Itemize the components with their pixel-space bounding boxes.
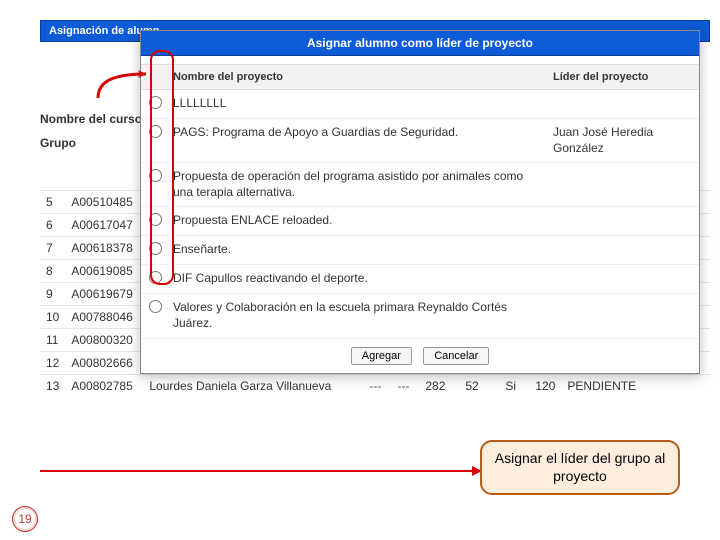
col-header-leader: Líder del proyecto [549,65,699,89]
row-dash2: --- [391,375,419,398]
row-index: 8 [40,260,65,283]
row-index: 7 [40,237,65,260]
row-matricula: A00800320 [65,329,143,352]
dialog-column-headers: Nombre del proyecto Líder del proyecto [141,64,699,90]
slide-number-badge: 19 [12,506,38,532]
project-name: Valores y Colaboración en la escuela pri… [169,294,549,337]
project-radio[interactable] [149,300,162,313]
project-name: Enseñarte. [169,236,549,264]
project-list: LLLLLLLLPAGS: Programa de Apoyo a Guardi… [141,90,699,339]
row-index: 9 [40,283,65,306]
project-name: Propuesta ENLACE reloaded. [169,207,549,235]
project-leader [549,265,699,293]
project-radio[interactable] [149,125,162,138]
project-leader [549,294,699,337]
add-button[interactable]: Agregar [351,347,412,365]
row-index: 10 [40,306,65,329]
instruction-callout: Asignar el líder del grupo al proyecto [480,440,680,495]
row-index: 5 [40,191,65,214]
project-name: DIF Capullos reactivando el deporte. [169,265,549,293]
row-matricula: A00788046 [65,306,143,329]
project-row: Propuesta de operación del programa asis… [141,163,699,207]
dialog-footer: Agregar Cancelar [141,339,699,373]
row-index: 12 [40,352,65,375]
row-matricula: A00618378 [65,237,143,260]
row-matricula: A00802666 [65,352,143,375]
row-index: 11 [40,329,65,352]
project-row: PAGS: Programa de Apoyo a Guardias de Se… [141,119,699,163]
row-dash1: --- [363,375,391,398]
project-name: LLLLLLLL [169,90,549,118]
project-row: LLLLLLLL [141,90,699,119]
row-matricula: A00510485 [65,191,143,214]
project-row: DIF Capullos reactivando el deporte. [141,265,699,294]
row-matricula: A00802785 [65,375,143,398]
project-leader [549,163,699,206]
col-header-project: Nombre del proyecto [169,65,549,89]
table-row: 13A00802785Lourdes Daniela Garza Villanu… [40,375,710,398]
cancel-button[interactable]: Cancelar [423,347,489,365]
project-row: Valores y Colaboración en la escuela pri… [141,294,699,338]
row-matricula: A00619085 [65,260,143,283]
row-val: 120 [529,375,561,398]
project-leader: Juan José Heredia González [549,119,699,162]
project-radio[interactable] [149,242,162,255]
row-si: Si [499,375,529,398]
dialog-title: Asignar alumno como líder de proyecto [141,31,699,56]
row-matricula: A00617047 [65,214,143,237]
project-name: Propuesta de operación del programa asis… [169,163,549,206]
project-radio[interactable] [149,96,162,109]
project-radio[interactable] [149,169,162,182]
row-matricula: A00619679 [65,283,143,306]
row-index: 6 [40,214,65,237]
project-radio[interactable] [149,271,162,284]
project-leader [549,236,699,264]
row-n1: 282 [419,375,459,398]
project-row: Propuesta ENLACE reloaded. [141,207,699,236]
project-leader [549,207,699,235]
project-leader [549,90,699,118]
row-index: 13 [40,375,65,398]
project-row: Enseñarte. [141,236,699,265]
row-status: PENDIENTE [561,375,710,398]
row-name: Lourdes Daniela Garza Villanueva [143,375,363,398]
project-radio[interactable] [149,213,162,226]
project-name: PAGS: Programa de Apoyo a Guardias de Se… [169,119,549,162]
assign-leader-dialog: Asignar alumno como líder de proyecto No… [140,30,700,374]
row-n2: 52 [459,375,499,398]
